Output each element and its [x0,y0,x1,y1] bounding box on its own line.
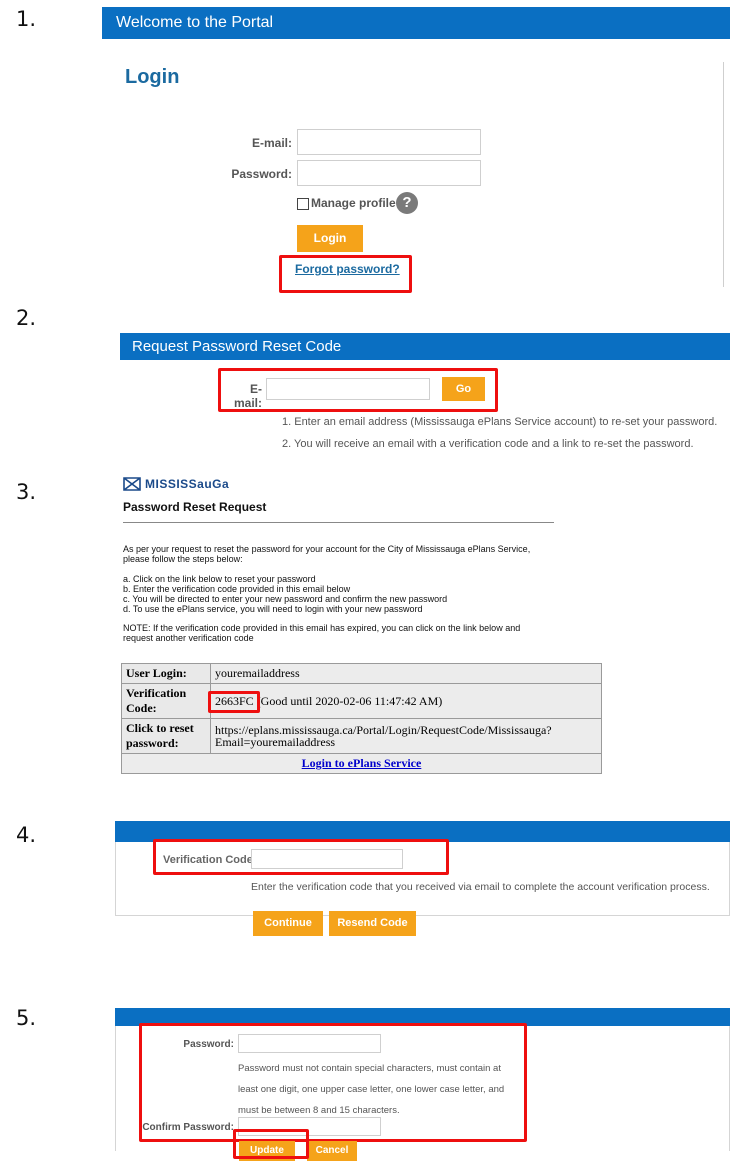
highlight-box [279,255,412,293]
manage-profile-label: Manage profile [311,196,396,210]
step-number-5: 5. [16,1006,37,1030]
login-link-cell: Login to ePlans Service [121,753,602,774]
table-row: User Login: youremailaddress [121,663,602,684]
note-line-2: request another verification code [123,633,254,643]
step-number-4: 4. [16,823,37,847]
cancel-button[interactable]: Cancel [307,1141,357,1161]
reset-code-bar: Request Password Reset Code [120,333,730,360]
verification-code-cell: 2663FC (Good until 2020-02-06 11:47:42 A… [210,683,602,719]
email-divider [123,522,554,523]
step-number-1: 1. [16,7,37,31]
intro-line-2: please follow the steps below: [123,554,243,564]
email-step-a: a. Click on the link below to reset your… [123,574,316,584]
verification-code-expiry: (Good until 2020-02-06 11:47:42 AM) [253,693,443,708]
question-circle-icon[interactable]: ? [396,192,418,214]
user-login-value: youremailaddress [210,663,602,684]
reset-url-line-2[interactable]: Email=youremailaddress [215,736,597,748]
intro-line-1: As per your request to reset the passwor… [123,544,531,554]
verification-hint: Enter the verification code that you rec… [251,881,710,893]
step-number-3: 3. [16,480,37,504]
email-intro: As per your request to reset the passwor… [123,544,530,564]
table-row: Verification Code: 2663FC (Good until 20… [121,683,602,719]
highlight-box [218,368,498,412]
email-steps: a. Click on the link below to reset your… [123,574,447,614]
password-field[interactable] [297,160,481,186]
mississauga-logo-icon [123,476,141,492]
highlight-box [139,1023,527,1142]
step-number-2: 2. [16,306,37,330]
continue-button[interactable]: Continue [253,911,323,936]
highlight-box [153,839,449,875]
resend-code-button[interactable]: Resend Code [329,911,416,936]
login-eplans-link[interactable]: Login to ePlans Service [302,756,422,770]
user-login-label: User Login: [121,663,211,684]
email-step-b: b. Enter the verification code provided … [123,584,351,594]
email-field[interactable] [297,129,481,155]
login-heading: Login [125,66,180,88]
mississauga-logo-text: MISSISSauGa [145,477,230,491]
reset-code-title: Request Password Reset Code [132,338,342,355]
table-row: Login to ePlans Service [121,753,602,774]
manage-profile-checkbox[interactable] [297,198,309,210]
reset-note-2: 2. You will receive an email with a veri… [282,438,694,450]
note-line-1: NOTE: If the verification code provided … [123,623,521,633]
vertical-divider [723,62,724,287]
email-note: NOTE: If the verification code provided … [123,623,520,643]
table-row: Click to reset password: https://eplans.… [121,718,602,754]
reset-info-table: User Login: youremailaddress Verificatio… [121,663,602,774]
password-label: Password: [231,167,292,181]
email-step-d: d. To use the ePlans service, you will n… [123,604,423,614]
reset-link-cell: https://eplans.mississauga.ca/Portal/Log… [210,718,602,754]
reset-link-label: Click to reset password: [121,718,211,754]
email-label: E-mail: [251,136,292,150]
login-button[interactable]: Login [297,225,363,252]
reset-note-1: 1. Enter an email address (Mississauga e… [282,416,718,428]
email-title: Password Reset Request [123,500,267,514]
verification-code-label: Verification Code: [121,683,211,719]
email-step-c: c. You will be directed to enter your ne… [123,594,448,604]
highlight-box [233,1129,309,1159]
highlight-box [208,691,260,713]
welcome-bar: Welcome to the Portal [102,7,730,39]
welcome-title: Welcome to the Portal [116,14,274,31]
